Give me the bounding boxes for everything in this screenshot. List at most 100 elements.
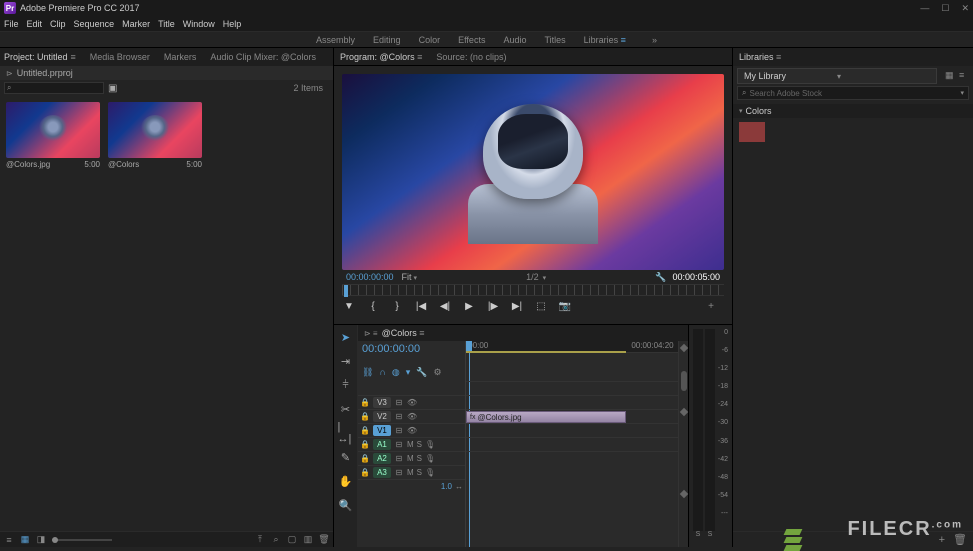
work-area-bar[interactable] bbox=[466, 351, 626, 353]
track-lane-v3[interactable] bbox=[466, 381, 678, 395]
resolution-dropdown[interactable]: 1/2 ▾ bbox=[526, 272, 546, 282]
timeline-clip[interactable]: fx @Colors.jpg bbox=[466, 411, 626, 423]
timecode-out[interactable]: 00:00:05:00 bbox=[672, 272, 720, 282]
minimize-button[interactable]: — bbox=[920, 3, 929, 14]
sequence-name[interactable]: @Colors bbox=[382, 328, 425, 338]
library-search[interactable]: ⌕ Search Adobe Stock ▾ bbox=[737, 86, 969, 100]
track-select-tool-icon[interactable]: ⇥ bbox=[338, 353, 354, 369]
sync-lock-icon[interactable]: ⊟ bbox=[394, 440, 404, 449]
timeline-settings-icon[interactable]: ▾ bbox=[406, 367, 411, 381]
add-button[interactable]: + bbox=[939, 534, 945, 546]
track-label[interactable]: V2 bbox=[373, 411, 391, 422]
solo-button[interactable]: S bbox=[417, 440, 422, 449]
zoom-tool-icon[interactable]: 🔍 bbox=[338, 497, 354, 513]
workspace-effects[interactable]: Effects bbox=[458, 35, 485, 45]
timecode-in[interactable]: 00:00:00:00 bbox=[346, 272, 394, 282]
marker-icon[interactable]: ▼ bbox=[342, 299, 356, 313]
pen-tool-icon[interactable]: ✎ bbox=[338, 449, 354, 465]
solo-button[interactable]: S bbox=[417, 468, 422, 477]
goto-out-icon[interactable]: ▶| bbox=[510, 299, 524, 313]
auto-sequence-icon[interactable]: ⤒ bbox=[255, 535, 265, 545]
step-back-icon[interactable]: ◀| bbox=[438, 299, 452, 313]
playhead[interactable] bbox=[466, 341, 472, 351]
tracks-area[interactable]: :00:00 00:00:04:20 fx bbox=[466, 341, 678, 547]
razor-tool-icon[interactable]: ✂ bbox=[338, 401, 354, 417]
delete-button[interactable]: 🗑 bbox=[319, 535, 329, 545]
tab-source[interactable]: Source: (no clips) bbox=[436, 52, 506, 62]
monitor-scrubber[interactable] bbox=[342, 284, 724, 296]
tracks-scrollbar[interactable] bbox=[678, 341, 688, 547]
track-label[interactable]: V3 bbox=[373, 397, 391, 408]
track-label[interactable]: A3 bbox=[373, 467, 391, 478]
linked-selection-icon[interactable]: ∩ bbox=[379, 367, 385, 381]
mute-button[interactable]: M bbox=[407, 440, 414, 449]
find-icon[interactable]: ⌕ bbox=[271, 535, 281, 545]
icon-view-icon[interactable]: ▦ bbox=[20, 535, 30, 545]
slip-tool-icon[interactable]: |↔| bbox=[338, 425, 354, 441]
menu-file[interactable]: File bbox=[4, 19, 19, 29]
snap-icon[interactable]: ⛓ bbox=[362, 367, 373, 381]
lift-icon[interactable]: ⬚ bbox=[534, 299, 548, 313]
new-item-button[interactable]: ▥ bbox=[303, 535, 313, 545]
play-icon[interactable]: ▶ bbox=[462, 299, 476, 313]
freeform-view-icon[interactable]: ◨ bbox=[36, 535, 46, 545]
grid-view-icon[interactable]: ▦ bbox=[945, 70, 955, 80]
ripple-edit-tool-icon[interactable]: ⫩ bbox=[338, 377, 354, 393]
tab-project[interactable]: Project: Untitled bbox=[4, 52, 76, 62]
menu-title[interactable]: Title bbox=[158, 19, 175, 29]
track-lane-a3[interactable] bbox=[466, 451, 678, 465]
voiceover-icon[interactable]: 🎙 bbox=[425, 454, 435, 463]
sync-lock-icon[interactable]: ⊟ bbox=[394, 454, 404, 463]
color-swatch[interactable] bbox=[739, 122, 765, 142]
lock-icon[interactable]: 🔒 bbox=[360, 412, 370, 421]
menu-clip[interactable]: Clip bbox=[50, 19, 66, 29]
channel-label[interactable]: S bbox=[693, 531, 703, 543]
settings-icon[interactable]: 🔧 bbox=[655, 272, 666, 283]
tab-markers[interactable]: Markers bbox=[164, 52, 197, 62]
fit-dropdown[interactable]: Fit▾ bbox=[402, 272, 418, 282]
sync-lock-icon[interactable]: ⊟ bbox=[394, 398, 404, 407]
track-label[interactable]: A2 bbox=[373, 453, 391, 464]
workspace-titles[interactable]: Titles bbox=[544, 35, 565, 45]
lock-icon[interactable]: 🔒 bbox=[360, 440, 370, 449]
solo-button[interactable]: S bbox=[417, 454, 422, 463]
timeline-timecode[interactable]: 00:00:00:00 bbox=[362, 343, 461, 355]
voiceover-icon[interactable]: 🎙 bbox=[425, 468, 435, 477]
mute-button[interactable]: M bbox=[407, 454, 414, 463]
selection-tool-icon[interactable]: ➤ bbox=[338, 329, 354, 345]
menu-sequence[interactable]: Sequence bbox=[74, 19, 115, 29]
workspace-assembly[interactable]: Assembly bbox=[316, 35, 355, 45]
mute-button[interactable]: M bbox=[407, 468, 414, 477]
scrollbar-thumb[interactable] bbox=[681, 371, 687, 391]
lock-icon[interactable]: 🔒 bbox=[360, 398, 370, 407]
wrench-icon[interactable]: 🔧 bbox=[416, 367, 427, 381]
eye-icon[interactable]: 👁 bbox=[407, 426, 417, 435]
hand-tool-icon[interactable]: ✋ bbox=[338, 473, 354, 489]
maximize-button[interactable]: ☐ bbox=[941, 3, 949, 14]
delete-button[interactable]: 🗑 bbox=[953, 533, 967, 546]
workspace-audio[interactable]: Audio bbox=[503, 35, 526, 45]
lock-icon[interactable]: 🔒 bbox=[360, 468, 370, 477]
eye-icon[interactable]: 👁 bbox=[407, 412, 417, 421]
eye-icon[interactable]: 👁 bbox=[407, 398, 417, 407]
settings-icon[interactable]: ⚙ bbox=[434, 367, 442, 381]
button-editor-icon[interactable]: + bbox=[704, 299, 718, 313]
search-input[interactable]: ⌕ bbox=[4, 82, 104, 94]
menu-edit[interactable]: Edit bbox=[27, 19, 43, 29]
voiceover-icon[interactable]: 🎙 bbox=[425, 440, 435, 449]
step-forward-icon[interactable]: |▶ bbox=[486, 299, 500, 313]
menu-help[interactable]: Help bbox=[223, 19, 242, 29]
track-lane-a1[interactable] bbox=[466, 423, 678, 437]
monitor-display[interactable] bbox=[342, 74, 724, 270]
workspace-overflow-button[interactable]: » bbox=[652, 35, 657, 45]
clip-item[interactable]: @Colors 5:00 bbox=[108, 102, 202, 169]
sync-lock-icon[interactable]: ⊟ bbox=[394, 468, 404, 477]
new-bin-icon[interactable]: ▣ bbox=[108, 83, 117, 94]
tab-libraries[interactable]: Libraries bbox=[739, 52, 781, 62]
goto-in-icon[interactable]: |◀ bbox=[414, 299, 428, 313]
new-bin-button[interactable]: ▢ bbox=[287, 535, 297, 545]
channel-label[interactable]: S bbox=[705, 531, 715, 543]
library-section-header[interactable]: ▾ Colors bbox=[733, 104, 973, 118]
list-view-icon[interactable]: ≡ bbox=[4, 535, 14, 545]
sync-lock-icon[interactable]: ⊟ bbox=[394, 412, 404, 421]
